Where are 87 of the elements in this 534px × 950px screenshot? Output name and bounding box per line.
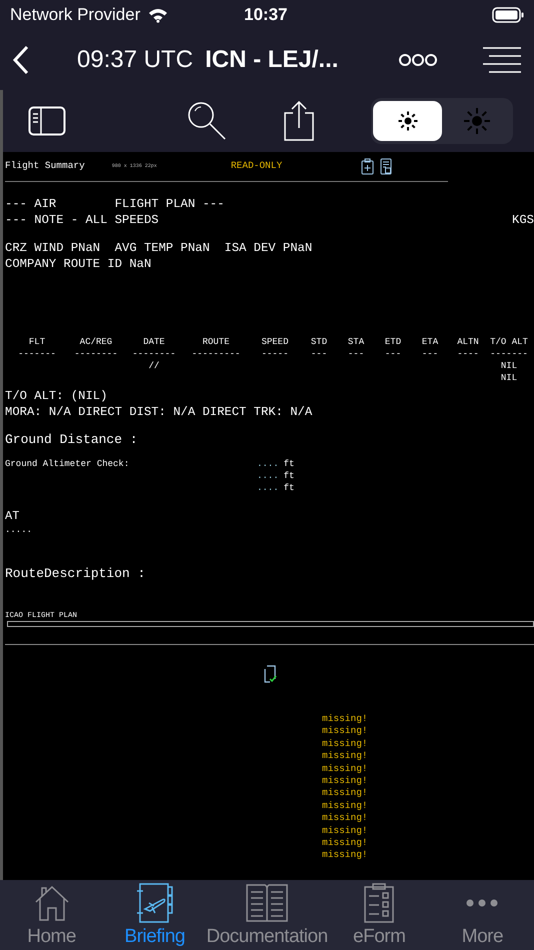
- tab-bar-item[interactable]: Briefing: [103, 882, 206, 948]
- sidebar-icon: [28, 106, 66, 136]
- flight-plan-line: --- AIR FLIGHT PLAN ---: [5, 196, 224, 212]
- house-icon: [34, 884, 70, 922]
- brightness-icon: [462, 107, 490, 135]
- more-button[interactable]: [398, 53, 438, 67]
- flight-info-line: CRZ WIND PNaN AVG TEMP PNaN ISA DEV PNaN: [5, 240, 314, 256]
- missing-warning: missing!: [322, 713, 368, 726]
- column-rule: -----: [261, 348, 288, 360]
- ground-distance-label: Ground Distance :: [5, 432, 139, 448]
- unit-label: ft: [284, 482, 294, 494]
- column-rule: ---: [310, 348, 328, 360]
- missing-warning: missing!: [322, 750, 368, 763]
- missing-warning: missing!: [322, 812, 368, 825]
- flight-info-line: COMPANY ROUTE ID NaN: [5, 256, 152, 272]
- column-header: STD: [310, 336, 328, 348]
- document-title: Flight Summary: [5, 159, 85, 174]
- missing-warning: missing!: [322, 787, 368, 800]
- column-header: SPEED: [261, 336, 288, 348]
- altitude-info-line: T/O ALT: (NIL): [5, 388, 108, 404]
- atc-value: .....: [5, 524, 32, 536]
- back-icon: [12, 45, 30, 75]
- table-cell: //: [148, 360, 160, 372]
- column-header: ETD: [384, 336, 402, 348]
- column-rule: --------: [74, 348, 118, 360]
- brightness-option[interactable]: [373, 101, 442, 141]
- column-header: FLT: [28, 336, 46, 348]
- column-header: STA: [348, 336, 364, 348]
- missing-warning: missing!: [322, 775, 368, 788]
- document-check-icon[interactable]: [262, 665, 276, 683]
- column-rule: ---: [348, 348, 364, 360]
- unit-label: ft: [284, 470, 294, 482]
- airplane-binder-icon: [136, 883, 174, 923]
- column-rule: --------: [132, 348, 176, 360]
- clipboard-add-icon[interactable]: [361, 158, 374, 175]
- open-book-icon: [246, 883, 288, 923]
- altimeter-value: ....: [257, 482, 279, 494]
- utc-time: 09:37 UTC: [77, 45, 194, 75]
- table-cell: NIL: [500, 360, 518, 372]
- missing-warning: missing!: [322, 800, 368, 812]
- altimeter-check-label: Ground Altimeter Check:: [5, 458, 130, 471]
- share-button[interactable]: [283, 101, 315, 141]
- missing-warning: missing!: [322, 762, 368, 776]
- unit-label: KGS: [512, 212, 534, 228]
- missing-warning: missing!: [322, 849, 368, 862]
- tab-bar-item[interactable]: eForm: [328, 882, 431, 948]
- column-header: ETA: [422, 336, 438, 348]
- missing-warning: missing!: [322, 837, 368, 850]
- menu-button[interactable]: [482, 46, 522, 74]
- clock-time: 10:37: [244, 4, 288, 26]
- column-header: ALTN: [457, 336, 479, 348]
- column-rule: ---: [422, 348, 438, 360]
- tab-bar-item[interactable]: Documentation: [206, 882, 328, 948]
- checklist-icon: [363, 883, 396, 923]
- missing-warning: missing!: [322, 738, 368, 750]
- unit-label: ft: [284, 458, 294, 470]
- altitude-info-line: MORA: N/A DIRECT DIST: N/A DIRECT TRK: N/A: [5, 404, 314, 420]
- altimeter-value: ....: [257, 470, 279, 482]
- column-header: ROUTE: [202, 336, 230, 348]
- column-header: DATE: [143, 336, 165, 348]
- atc-label: AT: [5, 508, 20, 524]
- document-add-icon[interactable]: [380, 158, 392, 175]
- carrier-name: Network Provider: [10, 4, 140, 26]
- share-icon: [283, 101, 315, 141]
- tab-bar-item[interactable]: More: [430, 882, 534, 948]
- altimeter-value: ....: [257, 458, 279, 470]
- more-icon: [398, 53, 438, 67]
- column-rule: -------: [18, 348, 56, 360]
- column-rule: ---------: [192, 348, 240, 360]
- table-cell: NIL: [500, 372, 518, 384]
- column-header: AC/REG: [80, 336, 112, 348]
- sidebar-toggle-button[interactable]: [28, 106, 66, 136]
- tab-bar-item[interactable]: Home: [0, 882, 104, 948]
- column-rule: ---: [384, 348, 402, 360]
- read-only-label: READ-ONLY: [230, 159, 282, 174]
- battery-icon: [492, 7, 524, 23]
- column-rule: -------: [490, 348, 528, 360]
- missing-warning: missing!: [322, 725, 368, 738]
- route-description-label: RouteDescription :: [5, 566, 146, 582]
- column-header: T/O ALT: [490, 336, 528, 348]
- flight-plan-line: --- NOTE - ALL SPEEDS: [5, 212, 159, 228]
- route-title: ICN - LEJ/...: [205, 45, 338, 75]
- missing-warning: missing!: [322, 824, 368, 838]
- wifi-icon: [148, 8, 168, 22]
- menu-icon: [482, 46, 522, 74]
- column-rule: ----: [457, 348, 479, 360]
- more-icon: [464, 897, 500, 909]
